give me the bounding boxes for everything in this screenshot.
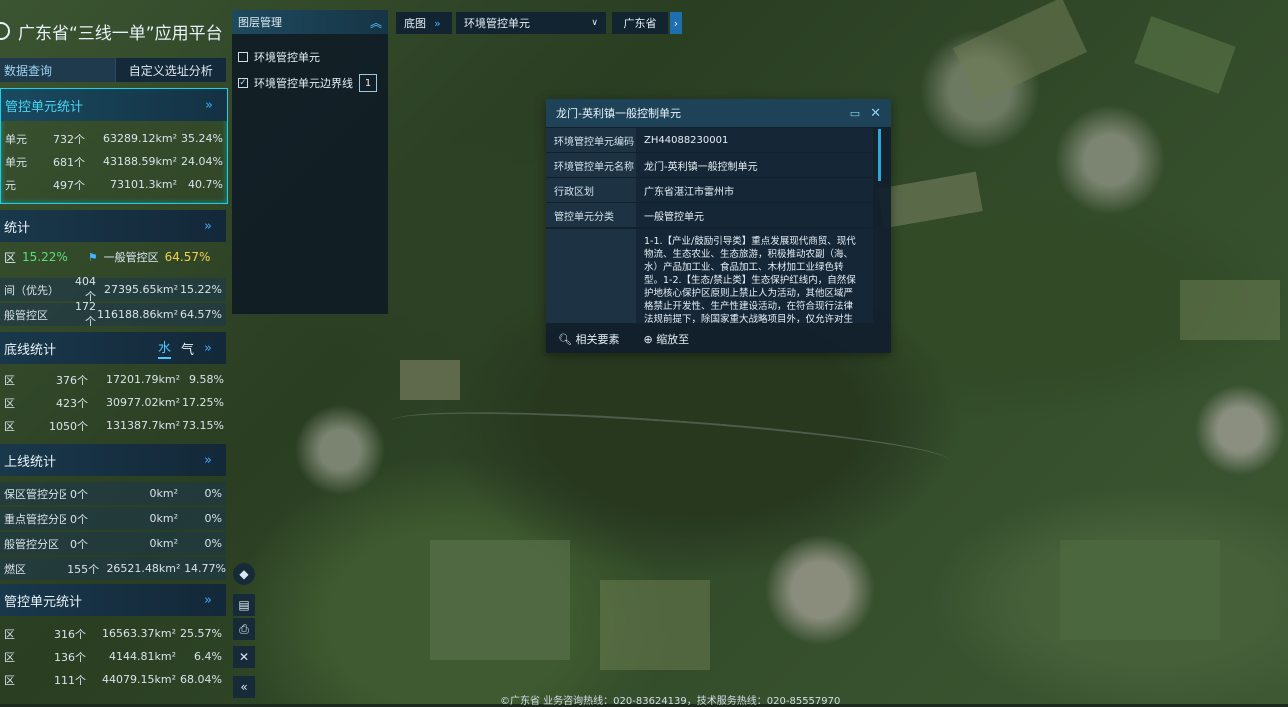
table-row: 单元 732个 63289.12km² 35.24% — [5, 132, 223, 146]
table-row: 燃区 155个 26521.48km² 14.77% — [0, 557, 226, 580]
table-row: 重点管控分区 0个 0km² 0% — [0, 507, 226, 530]
compass-icon[interactable]: ◆ — [233, 563, 255, 585]
copyright-footer: ©广东省 业务咨询热线：020-83624139，技术服务热线：020-8555… — [500, 696, 841, 707]
expand-more-button[interactable]: » — [204, 593, 212, 608]
tab-water[interactable]: 水 — [158, 337, 172, 359]
table-row: 元 497个 73101.3km² 40.7% — [5, 178, 223, 192]
table-row: 区 136个 4144.81km² 6.4% — [4, 650, 222, 664]
section-title: 管控单元统计 — [5, 99, 84, 115]
ratio-summary: 区 15.22% ⚑ 一般管控区 64.57% — [4, 250, 211, 265]
expand-more-button[interactable]: » — [205, 98, 213, 113]
region-expand-button[interactable]: › — [670, 12, 682, 34]
print-icon[interactable]: ⎙ — [233, 618, 255, 640]
table-row: 区 111个 44079.15km² 68.04% — [4, 673, 222, 687]
tab-air[interactable]: 气 — [181, 339, 194, 358]
measure-icon[interactable]: ✕ — [233, 646, 255, 668]
region-select[interactable]: 广东省 — [612, 12, 668, 34]
section-control-units[interactable]: 管控单元统计 » 单元 732个 63289.12km² 35.24% 单元 681个 4… — [0, 88, 228, 204]
table-row: 区 1050个 131387.7km² 73.15% — [4, 419, 224, 433]
table-row: 单元 681个 43188.59km² 24.04% — [5, 155, 223, 169]
section-title: 管控单元统计 — [4, 594, 83, 610]
table-row: 保区管控分区 0个 0km² 0% — [0, 482, 226, 505]
expand-more-button[interactable]: » — [204, 341, 212, 356]
query-tabs: 数据查询 自定义选址分析 — [0, 58, 226, 82]
table-row: 区 376个 17201.79km² 9.58% — [4, 373, 224, 387]
app-title: 广东省“三线一单”应用平台 — [18, 23, 223, 44]
left-stats-panel: 广东省“三线一单”应用平台 数据查询 自定义选址分析 管控单元统计 » 单元 73… — [0, 0, 228, 704]
popup-title: 龙门-英利镇一般控制单元 — [556, 107, 681, 120]
layer-count-badge: 1 — [359, 74, 377, 92]
section-title: 上线统计 — [4, 454, 57, 470]
description-text: 1-1.【产业/鼓励引导类】重点发展现代商贸、现代物流、生态农业、生态旅游，积极… — [636, 229, 873, 323]
table-row: 般管控区 172个 116188.86km² 64.57% — [0, 300, 226, 328]
tab-data-query[interactable]: 数据查询 — [0, 58, 115, 82]
section-title: 统计 — [4, 220, 31, 236]
layer-select[interactable]: 环境管控单元 ∨ — [456, 12, 606, 34]
layer-item-boundary[interactable]: ✓ 环境管控单元边界线 1 — [232, 72, 388, 94]
layer-manager-panel: 图层管理 ︽ 环境管控单元 ✓ 环境管控单元边界线 1 — [232, 10, 388, 314]
checkbox-checked[interactable]: ✓ — [238, 78, 248, 88]
app-header: 广东省“三线一单”应用平台 — [0, 14, 226, 48]
section-title: 底线统计 — [4, 342, 57, 358]
table-row: 般管控分区 0个 0km² 0% — [0, 532, 226, 555]
section-baseline-stats: 底线统计 水 气 » 区 376个 17201.79km² 9.58% 区 423个 30… — [0, 332, 226, 440]
info-row-description: 1-1.【产业/鼓励引导类】重点发展现代商贸、现代物流、生态农业、生态旅游，积极… — [546, 229, 873, 323]
chevron-right-icon: » — [434, 16, 441, 30]
checkbox[interactable] — [238, 52, 248, 62]
related-features-button[interactable]: 🔍︎ 相关要素 — [558, 331, 619, 347]
chevron-down-icon: ∨ — [591, 18, 598, 28]
zoom-in-icon: ⊕ — [643, 333, 653, 346]
section-ecology-stats: 统计 » 区 15.22% ⚑ 一般管控区 64.57% 间（优先） 404个 27… — [0, 210, 226, 328]
collapse-icon[interactable]: « — [233, 676, 255, 698]
scrollbar[interactable] — [878, 129, 881, 181]
table-row: 区 423个 30977.02km² 17.25% — [4, 396, 224, 410]
close-icon[interactable]: ✕ — [870, 106, 881, 121]
expand-more-button[interactable]: » — [204, 219, 212, 234]
table-row: 间（优先） 404个 27395.65km² 15.22% — [0, 275, 226, 303]
feature-info-popup: 龙门-英利镇一般控制单元 ▭ ✕ 环境管控单元编码 ZH44088230001 环… — [546, 99, 891, 353]
info-row: 环境管控单元名称 龙门-英利镇一般控制单元 — [546, 153, 873, 177]
zoom-to-button[interactable]: ⊕ 缩放至 — [643, 331, 689, 347]
section-resource-stats: 上线统计 » 保区管控分区 0个 0km² 0% 重点管控分区 0个 0km² 0% 般管控… — [0, 444, 226, 580]
info-row: 行政区划 广东省湛江市雷州市 — [546, 178, 873, 202]
layer-item-units[interactable]: 环境管控单元 — [232, 46, 388, 68]
layers-icon[interactable]: ▤ — [233, 594, 255, 616]
logo-icon — [0, 22, 10, 40]
priority-pct: 15.22% — [22, 250, 68, 264]
basemap-button[interactable]: 底图 » — [396, 12, 452, 34]
info-row: 管控单元分类 一般管控单元 — [546, 203, 873, 227]
expand-more-button[interactable]: » — [204, 453, 212, 468]
collapse-up-icon[interactable]: ︽ — [370, 14, 382, 31]
section-unit-stats-2: 管控单元统计 » 区 316个 16563.37km² 25.57% 区 136个 414… — [0, 584, 226, 694]
layer-panel-title: 图层管理 — [238, 16, 282, 29]
info-row: 环境管控单元编码 ZH44088230001 — [546, 128, 873, 152]
tab-site-analysis[interactable]: 自定义选址分析 — [114, 58, 226, 82]
region-icon: ⚑ — [87, 250, 98, 264]
maximize-icon[interactable]: ▭ — [850, 107, 860, 120]
search-icon: 🔍︎ — [558, 333, 572, 346]
table-row: 区 316个 16563.37km² 25.57% — [4, 627, 222, 641]
general-pct: 64.57% — [164, 250, 211, 264]
